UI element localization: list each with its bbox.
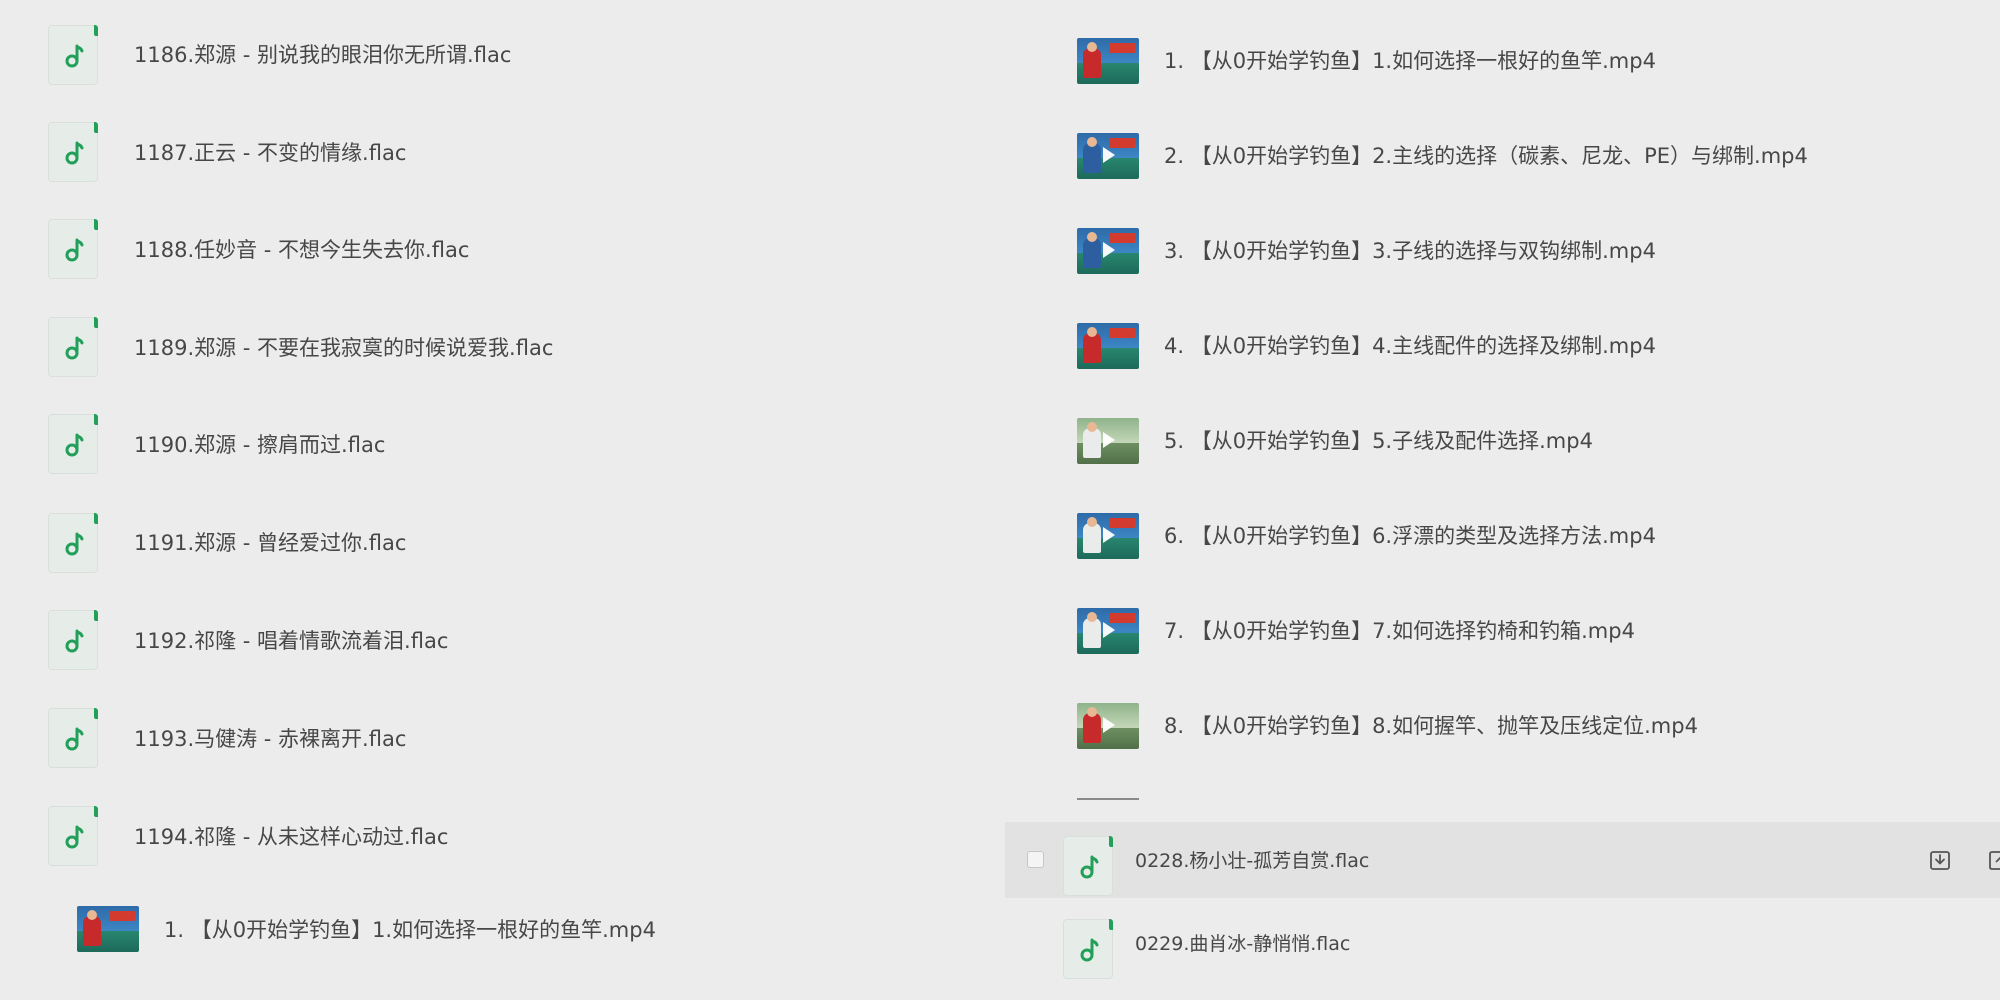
video-thumbnail	[1077, 133, 1139, 179]
file-name: 1193.马健涛 - 赤裸离开.flac	[134, 727, 407, 751]
file-name: 6. 【从0开始学钓鱼】6.浮漂的类型及选择方法.mp4	[1164, 524, 1656, 548]
partial-thumbnail-edge	[1077, 798, 1139, 800]
video-thumbnail	[77, 906, 139, 952]
music-note-icon	[48, 513, 98, 573]
file-name: 1. 【从0开始学钓鱼】1.如何选择一根好的鱼竿.mp4	[164, 918, 656, 942]
file-name: 1194.祁隆 - 从未这样心动过.flac	[134, 825, 449, 849]
file-name: 2. 【从0开始学钓鱼】2.主线的选择（碳素、尼龙、PE）与绑制.mp4	[1164, 144, 1808, 168]
file-name: 0228.杨小壮-孤芳自赏.flac	[1135, 850, 1370, 872]
music-note-icon	[48, 414, 98, 474]
file-name: 8. 【从0开始学钓鱼】8.如何握竿、抛竿及压线定位.mp4	[1164, 714, 1698, 738]
file-name: 7. 【从0开始学钓鱼】7.如何选择钓椅和钓箱.mp4	[1164, 619, 1635, 643]
music-note-icon	[48, 610, 98, 670]
video-thumbnail	[1077, 228, 1139, 274]
music-note-icon	[48, 122, 98, 182]
music-note-icon	[48, 317, 98, 377]
video-thumbnail	[1077, 38, 1139, 84]
row-checkbox[interactable]	[1027, 851, 1044, 868]
video-thumbnail	[1077, 513, 1139, 559]
list-item-hovered[interactable]: 0228.杨小壮-孤芳自赏.flac	[1005, 822, 2000, 898]
file-name: 1188.任妙音 - 不想今生失去你.flac	[134, 238, 470, 262]
music-note-icon	[48, 219, 98, 279]
video-thumbnail	[1077, 608, 1139, 654]
file-name: 1192.祁隆 - 唱着情歌流着泪.flac	[134, 629, 449, 653]
file-name: 1191.郑源 - 曾经爱过你.flac	[134, 531, 407, 555]
music-note-icon	[48, 25, 98, 85]
share-icon[interactable]	[1988, 848, 2000, 876]
music-note-icon	[48, 806, 98, 866]
video-thumbnail	[1077, 323, 1139, 369]
music-note-icon	[1063, 836, 1113, 896]
file-name: 0229.曲肖冰-静悄悄.flac	[1135, 933, 1351, 955]
video-thumbnail	[1077, 418, 1139, 464]
file-name: 1190.郑源 - 擦肩而过.flac	[134, 433, 386, 457]
file-name: 3. 【从0开始学钓鱼】3.子线的选择与双钩绑制.mp4	[1164, 239, 1656, 263]
file-name: 1186.郑源 - 别说我的眼泪你无所谓.flac	[134, 43, 512, 67]
download-icon[interactable]	[1928, 848, 1952, 876]
file-name: 1189.郑源 - 不要在我寂寞的时候说爱我.flac	[134, 336, 554, 360]
file-name: 5. 【从0开始学钓鱼】5.子线及配件选择.mp4	[1164, 429, 1593, 453]
file-browser-screen: 1186.郑源 - 别说我的眼泪你无所谓.flac 1187.正云 - 不变的情…	[0, 0, 2000, 1000]
file-name: 1187.正云 - 不变的情缘.flac	[134, 141, 407, 165]
file-name: 1. 【从0开始学钓鱼】1.如何选择一根好的鱼竿.mp4	[1164, 49, 1656, 73]
video-thumbnail	[1077, 703, 1139, 749]
music-note-icon	[1063, 919, 1113, 979]
file-name: 4. 【从0开始学钓鱼】4.主线配件的选择及绑制.mp4	[1164, 334, 1656, 358]
music-note-icon	[48, 708, 98, 768]
